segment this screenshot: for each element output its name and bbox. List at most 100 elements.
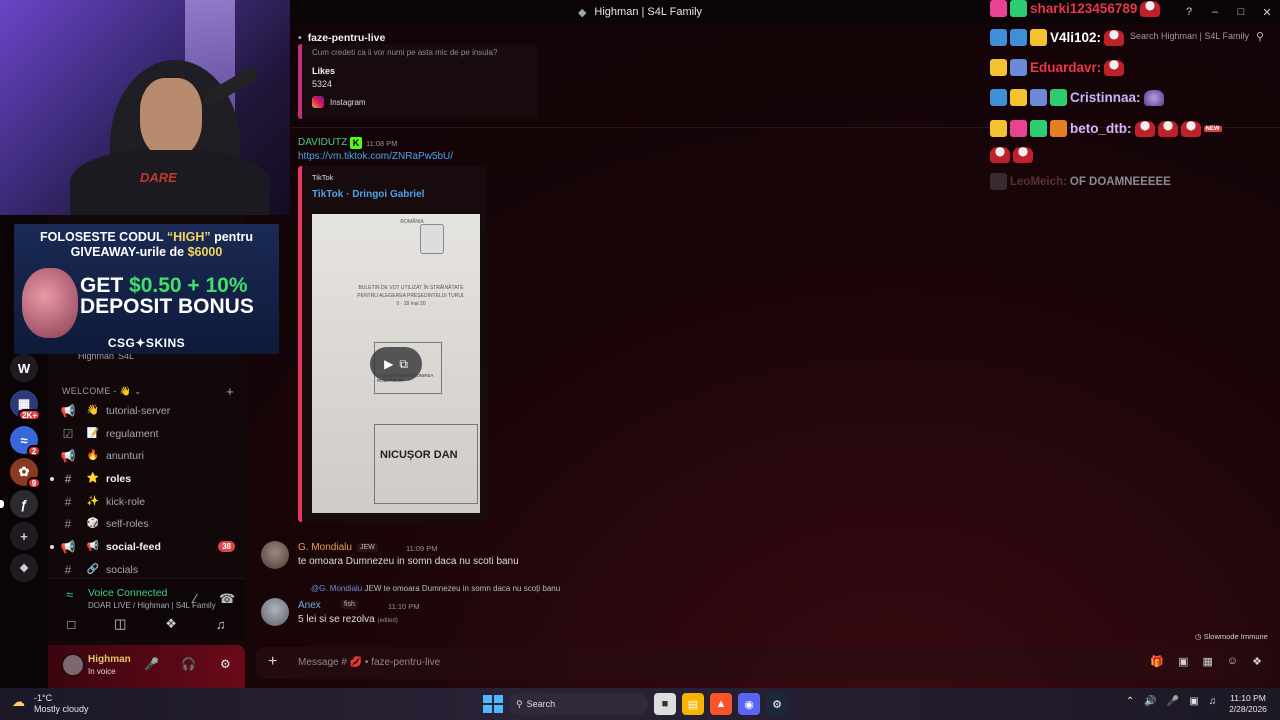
brave-icon[interactable]: ▲ [710,693,732,715]
emoji-icon[interactable]: ☺ [1227,655,1238,668]
chevron-up-icon[interactable]: ⌃ [1126,696,1134,707]
avatar[interactable] [261,598,289,626]
server-icon-fox[interactable]: ✿ 9 [10,458,41,489]
taskbar-search[interactable]: ⚲ Search [508,693,648,715]
discover-icon[interactable]: ❖ [10,554,38,582]
crown-badge-icon [1030,29,1047,46]
channel-label: socials [106,563,139,576]
sticker-icon[interactable]: ▦ [1202,655,1212,668]
start-button[interactable] [482,694,503,714]
speaker-icon[interactable]: ♫ [1209,696,1217,707]
server-icon-group[interactable]: ▦ 2K+ [10,390,41,421]
channel-social-feed[interactable]: 📢 📢 social-feed 38 [50,536,242,557]
ballot-header: BULETIN DE VOT UTILIZAT ÎN STRĂINĂTATE P… [357,285,465,307]
discord-icon[interactable]: ◉ [738,693,760,715]
attach-button[interactable]: + [268,653,277,671]
gift-icon[interactable]: 🎁 [1150,655,1164,668]
noise-suppression-icon[interactable]: ⁄ [194,591,196,606]
user-name[interactable]: Highman [88,654,131,665]
microphone-icon[interactable]: 🎤 [144,657,159,671]
play-button[interactable]: ▶ ⧉ [370,347,422,381]
badge-icon [990,173,1007,190]
crown-badge-icon [1010,89,1027,106]
microphone-icon[interactable]: 🎤 [1167,696,1179,707]
channel-title: faze-pentru-live [307,32,386,44]
server-icon-wave[interactable]: ≈ 2 [10,426,41,457]
channel-emoji: ⭐ [86,473,100,484]
add-server-icon[interactable]: + [10,522,38,550]
embed-footer: Instagram [312,96,366,108]
gear-icon[interactable]: ⚙ [220,657,231,671]
chat-username: LeoMeich: [1010,175,1067,188]
channel-socials[interactable]: # 🔗 socials [56,559,242,580]
volume-icon[interactable]: 🔊 [1144,696,1156,707]
embed-title[interactable]: TikTok · Dringoi Gabriel [312,189,424,200]
chat-username: Cristinnaa: [1070,90,1141,105]
chat-username: Eduardavr: [1030,60,1102,75]
emote-icon [990,147,1010,163]
channel-self-roles[interactable]: # 🎲 self-roles [56,513,242,534]
badge-icon [1010,59,1027,76]
headphones-icon[interactable]: 🎧 [181,657,196,671]
video-thumbnail[interactable]: ROMÂNIA BULETIN DE VOT UTILIZAT ÎN STRĂI… [312,214,480,513]
file-explorer-icon[interactable]: ▤ [682,693,704,715]
signal-icon: ≈ [66,587,74,602]
edited-tag: (edited) [377,618,398,624]
emote-icon [1180,120,1201,137]
chat-line: beto_dtb: NEW [990,120,1222,137]
gif-icon[interactable]: ▣ [1178,655,1188,668]
channel-roles[interactable]: # ⭐ roles [50,468,242,489]
task-view-icon[interactable]: ■ [654,693,676,715]
camera-icon[interactable]: □ [67,617,75,632]
create-channel-icon[interactable]: + [226,384,234,399]
message-input[interactable]: Message # 💋 • faze-pentru-live [298,657,440,668]
activities-icon[interactable]: ❖ [165,616,177,632]
channel-tutorial-server[interactable]: 📢 👋 tutorial-server [56,400,242,421]
avatar[interactable] [61,653,85,677]
reply-text: te omoara Dumnezeu in somn daca nu scoți… [383,584,561,593]
hash-icon: # [64,494,72,509]
embed-provider: TikTok [312,173,334,182]
clock[interactable]: 11:10 PM 2/28/2026 [1224,693,1272,715]
disconnect-icon[interactable]: ☎ [219,591,235,607]
emote-icon [1140,0,1161,17]
message-author[interactable]: Anex [298,600,321,611]
apps-icon[interactable]: ❖ [1252,655,1262,668]
chevron-down-icon: ⌄ [134,386,142,396]
steam-icon[interactable]: ⚙ [766,693,788,715]
tiktok-embed: TikTok TikTok · Dringoi Gabriel ROMÂNIA … [298,166,487,522]
chat-line: Eduardavr: [990,59,1125,76]
server-icon-f[interactable]: ƒ [10,490,38,518]
avatar[interactable] [261,541,289,569]
rail-badge: 9 [27,477,41,489]
message-link[interactable]: https://vm.tiktok.com/ZNRaPw5bU/ [298,151,453,162]
banner-line-1: FOLOSESTE CODUL “HIGH” pentru [40,230,253,244]
message-author[interactable]: DAVIDUTZ [298,137,347,148]
channel-anunturi[interactable]: 📢 🔥 anunturi [56,445,242,466]
role-tag: fish [341,600,358,609]
webcam-person-face [140,78,202,158]
message-body: 5 lei si se rezolva [298,614,375,625]
display-icon[interactable]: ▣ [1189,696,1198,707]
rules-icon: ☑ [62,426,74,441]
embed-description: Cum credeti ca ii vor numi pe asta mic d… [312,48,498,57]
soundboard-icon[interactable]: ♫ [216,617,226,632]
category-welcome[interactable]: WELCOME - 👋 ⌄ + [62,384,242,399]
server-icon-w[interactable]: W [10,354,38,382]
chat-line: Cristinnaa: [990,89,1164,106]
instagram-icon [312,96,324,108]
chat-username: V4li102: [1050,30,1102,45]
rail-badge: 2K+ [18,409,41,421]
screen-share-icon[interactable]: ◫ [114,616,126,632]
message-author[interactable]: G. Mondialu [298,542,352,553]
channel-regulament[interactable]: ☑ 📝 regulament [56,423,242,444]
crown-badge-icon [990,120,1007,137]
channel-kick-role[interactable]: # ✨ kick-role [56,491,242,512]
reply-preview[interactable]: @G. Mondialu JEW te omoara Dumnezeu in s… [311,584,560,593]
hammer-badge-icon [990,89,1007,106]
webcam-overlay: DARE [0,0,290,215]
voice-status[interactable]: Voice Connected [88,587,167,599]
embed-field-name: Likes [312,66,336,76]
play-icon: ▶ [384,357,394,371]
coat-of-arms-icon [420,224,444,254]
